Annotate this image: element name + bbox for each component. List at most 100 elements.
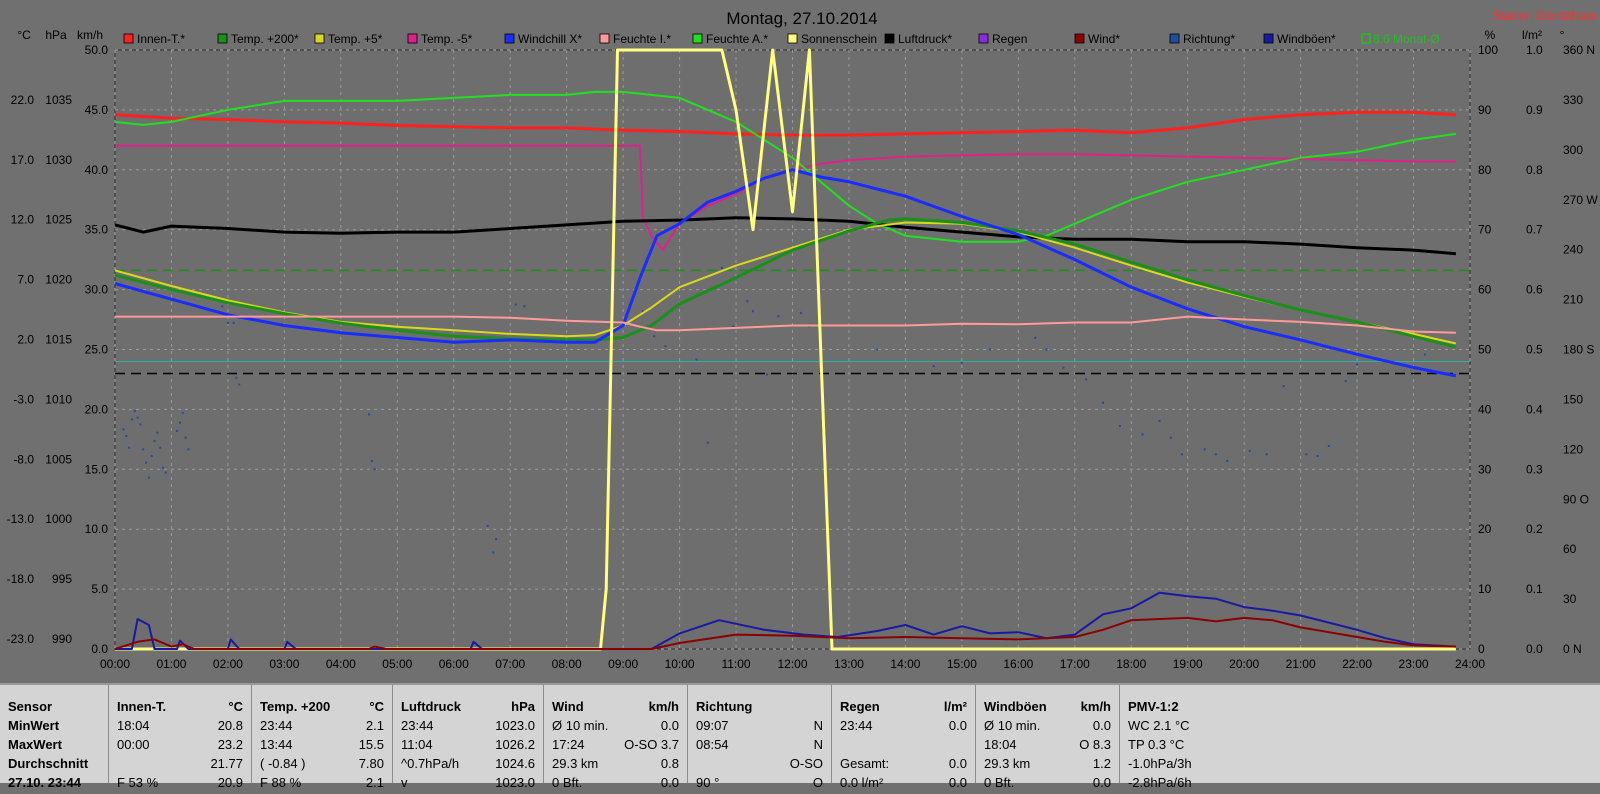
unit-label-hpa: hPa — [45, 28, 67, 42]
legend-swatch — [123, 33, 134, 44]
temp-tick-label: -3.0 — [13, 392, 34, 406]
x-tick-label: 24:00 — [1455, 657, 1485, 671]
humidity-tick-label: 70 — [1478, 223, 1492, 237]
rain-tick-label: 0.3 — [1526, 462, 1543, 476]
humidity-tick-label: 20 — [1478, 522, 1492, 536]
legend-swatch — [787, 33, 798, 44]
stats-time: 23:44 — [401, 718, 434, 733]
pressure-tick-label: 1030 — [45, 153, 72, 167]
rain-tick-label: 0.9 — [1526, 103, 1543, 117]
stats-value: 0.0 — [948, 775, 967, 790]
direction-point — [766, 373, 769, 376]
stats-pmv-value: TP 0.3 °C — [1128, 737, 1185, 752]
stats-header: Innen-T. — [117, 699, 167, 714]
rain-tick-label: 0.8 — [1526, 163, 1543, 177]
temp-tick-label: -23.0 — [7, 632, 35, 646]
legend-label: Windböen* — [1277, 32, 1336, 46]
humidity-tick-label: 80 — [1478, 163, 1492, 177]
stats-header: Luftdruck — [401, 699, 461, 714]
direction-point — [178, 421, 181, 424]
x-tick-label: 16:00 — [1003, 657, 1033, 671]
wind-tick-label: 25.0 — [85, 343, 109, 357]
direction-point — [226, 321, 229, 324]
stats-time: 90 ° — [696, 775, 720, 790]
direction-point — [523, 305, 526, 308]
direction-point — [156, 431, 159, 434]
stats-col-luftdruck: Luftdruck hPa 23:44 1023.0 11:04 1026.2 ^0.… — [393, 685, 544, 790]
legend-swatch — [599, 33, 610, 44]
direction-point — [1327, 445, 1330, 448]
stats-value: 2.1 — [365, 718, 384, 733]
stats-row-label: MaxWert — [8, 737, 62, 752]
direction-point — [1356, 363, 1359, 366]
stats-value: 2.1 — [365, 775, 384, 790]
stats-direction: N — [813, 737, 823, 752]
stats-value: 1024.6 — [495, 756, 535, 771]
direction-point — [136, 416, 139, 419]
rain-tick-label: 0.7 — [1526, 223, 1543, 237]
stats-time: 13:44 — [260, 737, 293, 752]
pressure-tick-label: 1010 — [45, 392, 72, 406]
direction-point — [1316, 454, 1319, 457]
direction-point — [486, 524, 489, 527]
stats-value: 1023.0 — [495, 775, 535, 790]
direction-point — [1118, 425, 1121, 428]
direction-point — [128, 446, 131, 449]
x-tick-label: 04:00 — [326, 657, 356, 671]
direction-point — [777, 315, 780, 318]
x-tick-label: 14:00 — [890, 657, 920, 671]
unit-label-degree: ° — [1560, 28, 1565, 42]
direction-tick-label: 270 W — [1563, 193, 1598, 207]
unit-label-rain: l/m² — [1522, 28, 1542, 42]
x-tick-label: 05:00 — [382, 657, 412, 671]
x-tick-label: 09:00 — [608, 657, 638, 671]
x-tick-label: 11:00 — [721, 657, 750, 671]
direction-point — [1214, 453, 1217, 456]
stats-col-pmv: PMV-1:2 WC 2.1 °C TP 0.3 °C -1.0hPa/3h -… — [1120, 685, 1600, 790]
legend-swatch — [407, 33, 418, 44]
legend-swatch — [314, 33, 325, 44]
direction-point — [989, 348, 992, 351]
legend-swatch — [1169, 33, 1180, 44]
stats-time: 17:24 — [552, 737, 585, 752]
humidity-tick-label: 30 — [1478, 462, 1492, 476]
temp-tick-label: 12.0 — [11, 213, 35, 227]
humidity-tick-label: 90 — [1478, 103, 1492, 117]
stats-time: 29.3 km — [552, 756, 599, 771]
statistics-table: Sensor MinWert MaxWert Durchschnitt 27.1… — [0, 683, 1600, 790]
rain-tick-label: 0.2 — [1526, 522, 1543, 536]
humidity-tick-label: 40 — [1478, 402, 1492, 416]
stats-value: 0.0 — [948, 756, 967, 771]
stats-time: 23:44 — [260, 718, 293, 733]
direction-point — [746, 300, 749, 303]
direction-point — [145, 461, 148, 464]
direction-tick-label: 330 — [1563, 93, 1583, 107]
direction-point — [1062, 366, 1065, 369]
x-tick-label: 08:00 — [552, 657, 582, 671]
stats-value: 1026.2 — [495, 737, 535, 752]
direction-point — [373, 468, 376, 471]
direction-tick-label: 150 — [1563, 392, 1583, 406]
right-axes: 10090807060504030201001.00.90.80.70.60.5… — [1478, 43, 1598, 656]
stats-time: Gesamt: — [840, 756, 890, 771]
stats-col-wind: Wind km/h Ø 10 min. 0.0 17:24 O-SO 3.7 29.3… — [544, 685, 688, 790]
unit-label-celsius: °C — [17, 28, 31, 42]
legend-label: Temp. -5* — [421, 32, 473, 46]
direction-tick-label: 90 O — [1563, 492, 1589, 506]
direction-point — [495, 538, 498, 541]
stats-value: 0.0 — [1092, 775, 1111, 790]
direction-point — [159, 446, 162, 449]
pressure-tick-label: 1015 — [45, 333, 72, 347]
stats-unit: km/h — [1080, 699, 1111, 714]
direction-point — [164, 471, 167, 474]
direction-point — [161, 466, 164, 469]
direction-point — [876, 348, 879, 351]
stats-header: Regen — [840, 699, 880, 714]
stats-time: 0 Bft. — [552, 775, 583, 790]
stats-header: PMV-1:2 — [1128, 699, 1179, 714]
direction-point — [232, 321, 235, 324]
stats-direction: N — [813, 718, 823, 733]
direction-point — [664, 345, 667, 348]
x-tick-label: 00:00 — [100, 657, 130, 671]
stats-time: 00:00 — [117, 737, 150, 752]
